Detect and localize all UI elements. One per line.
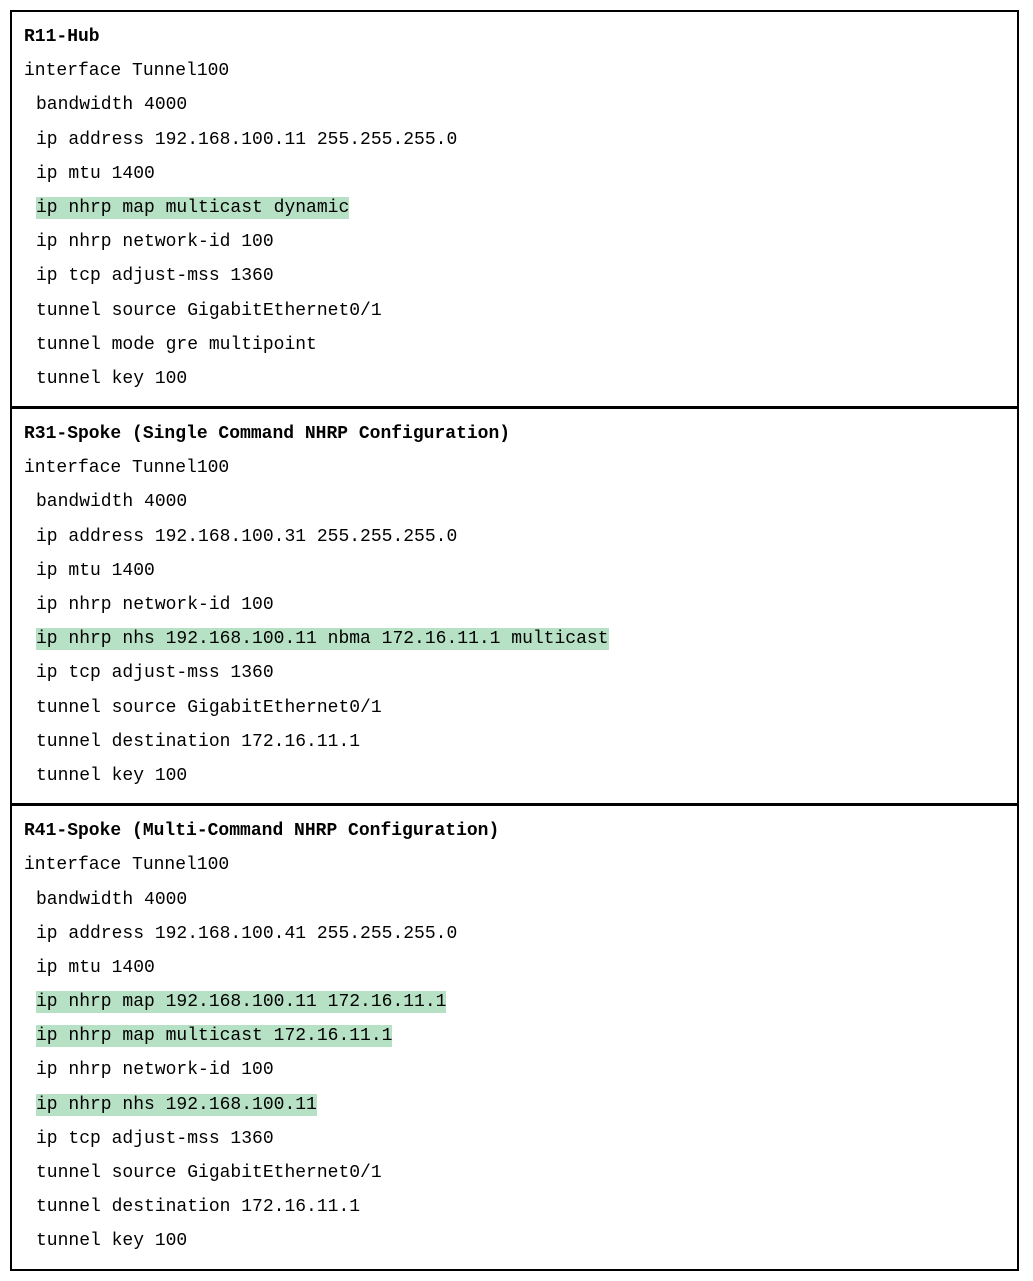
config-line: ip mtu 1400 — [24, 554, 1005, 588]
config-block-r41-spoke: R41-Spoke (Multi-Command NHRP Configurat… — [12, 803, 1017, 1268]
config-line: interface Tunnel100 — [24, 848, 1005, 882]
config-line: tunnel key 100 — [24, 362, 1005, 396]
config-line-highlighted: ip nhrp map multicast 172.16.11.1 — [24, 1019, 1005, 1053]
config-line: tunnel source GigabitEthernet0/1 — [24, 294, 1005, 328]
config-line: tunnel destination 172.16.11.1 — [24, 725, 1005, 759]
config-line: ip mtu 1400 — [24, 157, 1005, 191]
config-line: tunnel key 100 — [24, 1224, 1005, 1258]
config-line: tunnel key 100 — [24, 759, 1005, 793]
config-line: tunnel mode gre multipoint — [24, 328, 1005, 362]
config-line: ip nhrp network-id 100 — [24, 1053, 1005, 1087]
config-line: ip tcp adjust-mss 1360 — [24, 656, 1005, 690]
config-line-highlighted: ip nhrp map multicast dynamic — [24, 191, 1005, 225]
config-container: R11-Hub interface Tunnel100 bandwidth 40… — [10, 10, 1019, 1271]
config-line: bandwidth 4000 — [24, 485, 1005, 519]
block-title: R31-Spoke (Single Command NHRP Configura… — [24, 417, 1005, 451]
config-line: ip address 192.168.100.41 255.255.255.0 — [24, 917, 1005, 951]
config-line: tunnel destination 172.16.11.1 — [24, 1190, 1005, 1224]
config-block-r11-hub: R11-Hub interface Tunnel100 bandwidth 40… — [12, 12, 1017, 406]
config-line-highlighted: ip nhrp nhs 192.168.100.11 — [24, 1088, 1005, 1122]
config-block-r31-spoke: R31-Spoke (Single Command NHRP Configura… — [12, 406, 1017, 803]
block-title: R41-Spoke (Multi-Command NHRP Configurat… — [24, 814, 1005, 848]
config-line: ip nhrp network-id 100 — [24, 588, 1005, 622]
config-line: ip address 192.168.100.31 255.255.255.0 — [24, 520, 1005, 554]
config-line: bandwidth 4000 — [24, 883, 1005, 917]
block-title: R11-Hub — [24, 20, 1005, 54]
config-line: bandwidth 4000 — [24, 88, 1005, 122]
config-line: tunnel source GigabitEthernet0/1 — [24, 691, 1005, 725]
config-line: ip nhrp network-id 100 — [24, 225, 1005, 259]
config-line: tunnel source GigabitEthernet0/1 — [24, 1156, 1005, 1190]
config-line: ip mtu 1400 — [24, 951, 1005, 985]
config-line: ip address 192.168.100.11 255.255.255.0 — [24, 123, 1005, 157]
config-line-highlighted: ip nhrp map 192.168.100.11 172.16.11.1 — [24, 985, 1005, 1019]
config-line: ip tcp adjust-mss 1360 — [24, 1122, 1005, 1156]
config-line-highlighted: ip nhrp nhs 192.168.100.11 nbma 172.16.1… — [24, 622, 1005, 656]
config-line: interface Tunnel100 — [24, 54, 1005, 88]
config-line: ip tcp adjust-mss 1360 — [24, 259, 1005, 293]
config-line: interface Tunnel100 — [24, 451, 1005, 485]
